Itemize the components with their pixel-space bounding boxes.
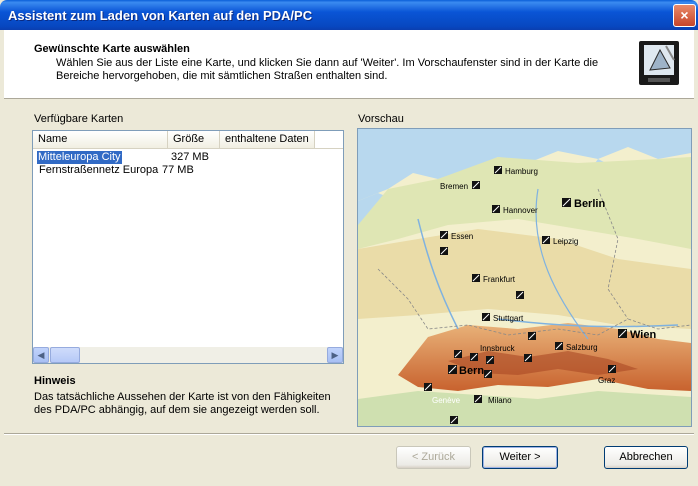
horizontal-scrollbar[interactable]: ◀ ▶ (33, 347, 343, 363)
scroll-left-icon[interactable]: ◀ (33, 347, 49, 363)
header-title: Gewünschte Karte auswählen (34, 43, 190, 55)
svg-text:Genève: Genève (432, 396, 461, 405)
available-maps-label: Verfügbare Karten (34, 113, 124, 125)
map-size: 327 MB (171, 151, 209, 163)
maps-list[interactable]: Name Größe enthaltene Daten Mitteleuropa… (32, 130, 344, 364)
svg-text:Berlin: Berlin (574, 198, 605, 210)
svg-text:Frankfurt: Frankfurt (483, 275, 516, 284)
close-button[interactable]: × (673, 4, 696, 27)
column-size[interactable]: Größe (168, 131, 220, 148)
scroll-thumb[interactable] (50, 347, 80, 363)
next-button[interactable]: Weiter > (482, 446, 558, 469)
pda-icon (639, 41, 679, 85)
hint-text: Das tatsächliche Aussehen der Karte ist … (34, 391, 331, 416)
map-image: Hamburg Bremen Berlin Hannover Essen Lei… (358, 129, 691, 426)
preview-label: Vorschau (358, 113, 404, 125)
svg-text:Hamburg: Hamburg (505, 167, 538, 176)
map-name: Mitteleuropa City (36, 150, 123, 165)
wizard-header: Gewünschte Karte auswählen Wählen Sie au… (4, 30, 694, 99)
svg-text:Graz: Graz (598, 376, 615, 385)
svg-text:Stuttgart: Stuttgart (493, 314, 524, 323)
cancel-button[interactable]: Abbrechen (604, 446, 688, 469)
hint-title: Hinweis (34, 375, 76, 387)
svg-text:Hannover: Hannover (503, 206, 538, 215)
scroll-right-icon[interactable]: ▶ (327, 347, 343, 363)
svg-text:Milano: Milano (488, 396, 512, 405)
map-size: 77 MB (162, 164, 194, 176)
footer-separator (4, 433, 694, 435)
column-name[interactable]: Name (33, 131, 168, 148)
svg-text:Bremen: Bremen (440, 182, 468, 191)
window-title: Assistent zum Laden von Karten auf den P… (8, 8, 313, 23)
column-data[interactable]: enthaltene Daten (220, 131, 315, 148)
svg-text:Leipzig: Leipzig (553, 237, 578, 246)
svg-text:Essen: Essen (451, 232, 473, 241)
wizard-window: Assistent zum Laden von Karten auf den P… (0, 0, 698, 486)
back-button[interactable]: < Zurück (396, 446, 471, 469)
svg-text:Innsbruck: Innsbruck (480, 344, 516, 353)
svg-text:Bern: Bern (459, 365, 484, 377)
svg-text:Salzburg: Salzburg (566, 343, 598, 352)
title-bar[interactable]: Assistent zum Laden von Karten auf den P… (0, 0, 698, 30)
list-header: Name Größe enthaltene Daten (33, 131, 343, 149)
map-preview: Hamburg Bremen Berlin Hannover Essen Lei… (357, 128, 692, 427)
map-name: Fernstraßennetz Europa (39, 164, 159, 176)
svg-text:Wien: Wien (630, 329, 656, 341)
header-description: Wählen Sie aus der Liste eine Karte, und… (56, 57, 599, 82)
